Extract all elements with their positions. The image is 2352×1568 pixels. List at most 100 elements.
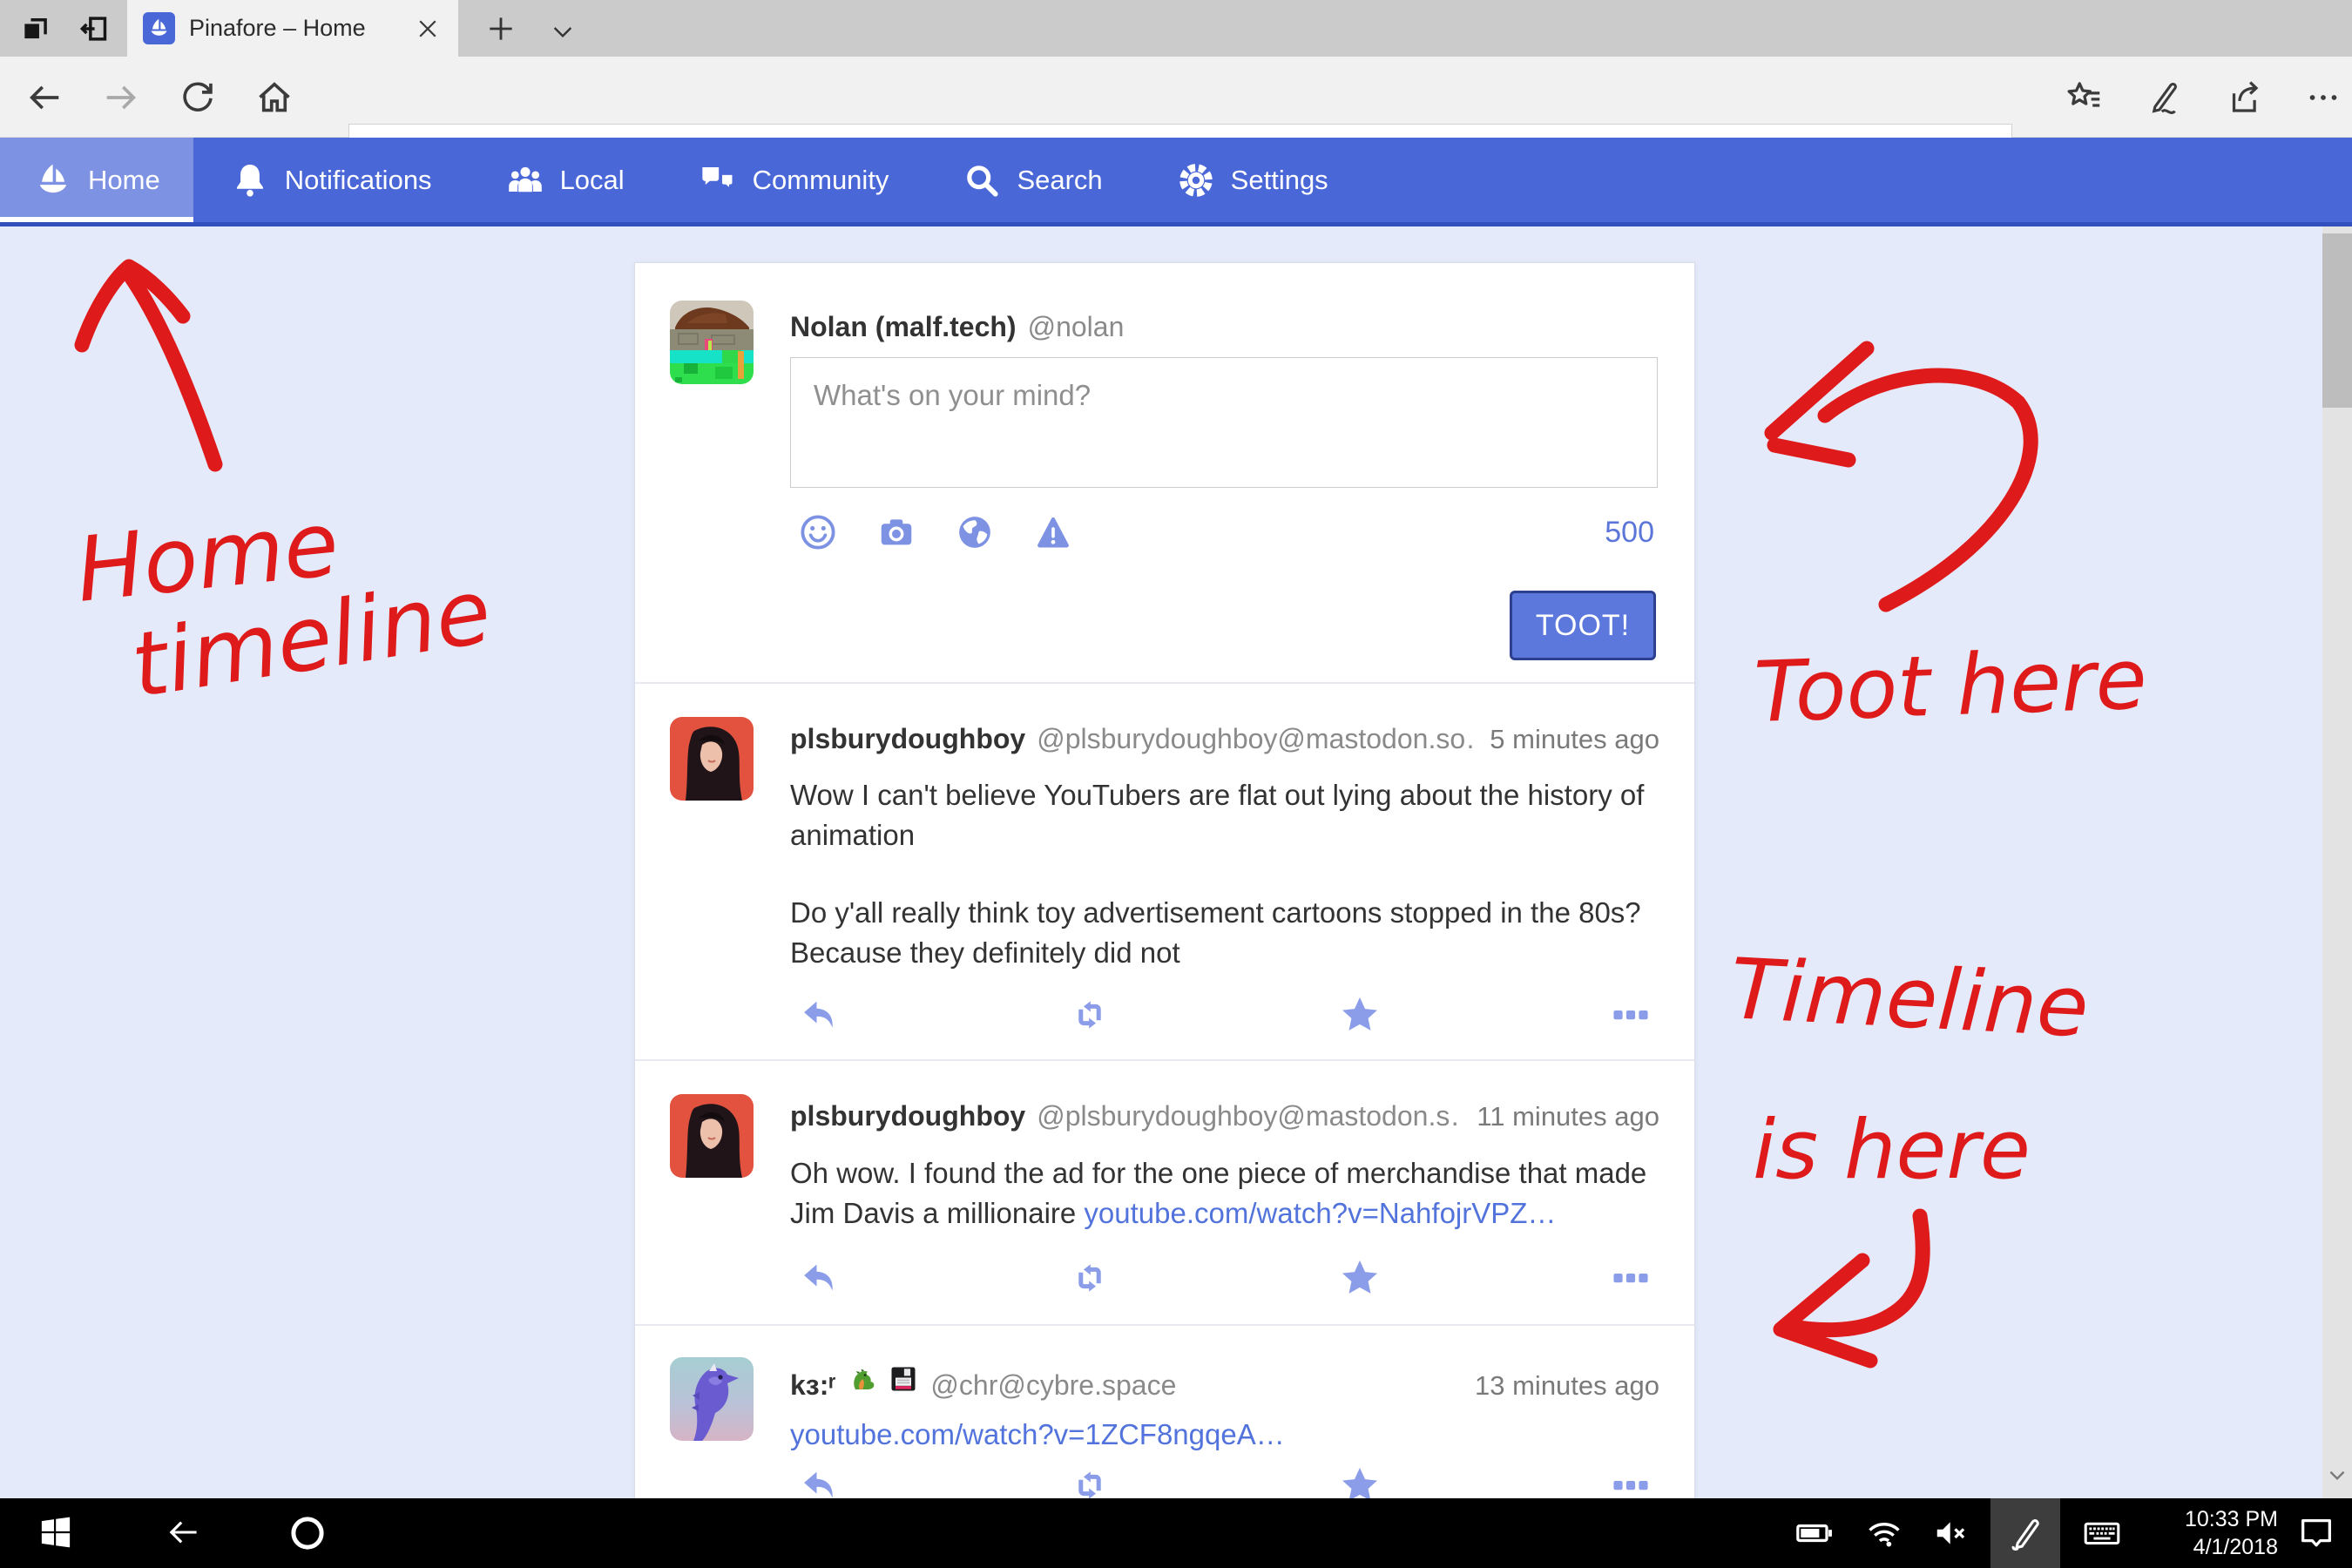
page-scrollbar[interactable] [2322, 226, 2352, 1498]
nav-item-notifications[interactable]: Notifications [193, 138, 469, 222]
globe-icon[interactable] [955, 512, 995, 552]
set-tabs-aside-icon[interactable] [77, 12, 110, 45]
dragon-emoji [848, 1363, 879, 1395]
compose-input[interactable] [790, 357, 1658, 488]
reply-icon[interactable] [797, 1463, 841, 1498]
compose-display-name: Nolan (malf.tech) [790, 311, 1017, 343]
nav-label-search: Search [1017, 165, 1102, 196]
battery-icon[interactable] [1794, 1513, 1835, 1553]
post-timestamp[interactable]: 5 minutes ago [1472, 724, 1659, 755]
char-counter: 500 [1605, 516, 1654, 550]
browser-tab-bar: Pinafore – Home [0, 0, 2352, 57]
post-display-name[interactable]: plsburydoughboy [790, 1100, 1025, 1132]
post-header: kз:ʳ @chr@cybre.space 13 minutes ago [790, 1363, 1659, 1402]
cortana-icon[interactable] [287, 1513, 328, 1553]
nav-label-home: Home [88, 165, 160, 196]
touch-keyboard-icon[interactable] [2082, 1513, 2122, 1553]
post-text: youtube.com/watch?v=1ZCF8ngqeA… [790, 1415, 1665, 1455]
nav-label-local: Local [560, 165, 625, 196]
avatar[interactable] [670, 301, 754, 384]
divider [635, 1324, 1694, 1326]
favorite-icon[interactable] [1338, 993, 1382, 1037]
post-display-name[interactable]: plsburydoughboy [790, 723, 1025, 755]
nav-item-local[interactable]: Local [469, 138, 661, 222]
favorites-hub-icon[interactable] [2065, 78, 2105, 118]
forward-icon[interactable] [101, 78, 141, 118]
action-center-icon[interactable] [2296, 1513, 2336, 1553]
post-header: plsburydoughboy @plsburydoughboy@mastodo… [790, 723, 1659, 755]
gear-icon [1176, 160, 1216, 200]
post-handle: @plsburydoughboy@mastodon.s… [1037, 1100, 1459, 1132]
close-tab-icon[interactable] [415, 16, 441, 42]
favorite-icon[interactable] [1338, 1463, 1382, 1498]
post-text: Do y'all really think toy advertisement … [790, 893, 1665, 973]
boost-icon[interactable] [1068, 1256, 1112, 1300]
post-text: Wow I can't believe YouTubers are flat o… [790, 775, 1665, 855]
content-warning-icon[interactable] [1033, 512, 1073, 552]
post-display-name[interactable]: kз:ʳ [790, 1369, 835, 1402]
post-handle: @plsburydoughboy@mastodon.so… [1037, 723, 1472, 755]
more-options-icon[interactable] [1609, 1463, 1652, 1498]
nav-item-settings[interactable]: Settings [1139, 138, 1365, 222]
windows-start-icon[interactable] [37, 1513, 77, 1553]
post-link[interactable]: youtube.com/watch?v=NahfojrVPZ… [1084, 1197, 1556, 1229]
compose-header: Nolan (malf.tech) @nolan [790, 311, 1659, 343]
post-text: Oh wow. I found the ad for the one piece… [790, 1153, 1665, 1233]
clock-time: 10:33 PM [2139, 1505, 2278, 1533]
scrollbar-thumb[interactable] [2322, 233, 2352, 408]
avatar[interactable] [670, 717, 754, 801]
more-options-icon[interactable] [1609, 993, 1652, 1037]
boost-icon[interactable] [1068, 993, 1112, 1037]
avatar[interactable] [670, 1094, 754, 1178]
sailboat-icon [33, 160, 73, 200]
share-icon[interactable] [2225, 78, 2265, 118]
taskbar-clock[interactable]: 10:33 PM 4/1/2018 [2139, 1505, 2278, 1561]
back-icon[interactable] [24, 78, 64, 118]
chat-bubbles-icon [698, 160, 738, 200]
bell-icon [230, 160, 270, 200]
avatar[interactable] [670, 1357, 754, 1441]
scroll-down-icon[interactable] [2326, 1463, 2349, 1486]
clock-date: 4/1/2018 [2139, 1533, 2278, 1561]
web-note-pen-icon[interactable] [2145, 78, 2185, 118]
boost-icon[interactable] [1068, 1463, 1112, 1498]
pinafore-nav: Home Notifications Local Community Searc… [0, 138, 2352, 226]
browser-tab[interactable]: Pinafore – Home [127, 0, 458, 57]
refresh-icon[interactable] [178, 78, 218, 118]
browser-toolbar: https://dev.pinafore.social/ [0, 57, 2352, 138]
emoji-icon[interactable] [798, 512, 838, 552]
new-tab-icon[interactable] [484, 12, 517, 45]
taskbar-back-icon[interactable] [164, 1513, 204, 1553]
favorite-icon[interactable] [1338, 1256, 1382, 1300]
floppy-disk-emoji [888, 1363, 919, 1395]
more-options-icon[interactable] [1609, 1256, 1652, 1300]
nav-label-community: Community [753, 165, 889, 196]
nav-item-community[interactable]: Community [661, 138, 926, 222]
page-background: Nolan (malf.tech) @nolan 500 TOOT! plsbu… [0, 226, 2352, 1498]
reply-icon[interactable] [797, 1256, 841, 1300]
divider [635, 682, 1694, 684]
tab-preview-icon[interactable] [19, 12, 52, 45]
tab-list-chevron-icon[interactable] [549, 17, 582, 51]
pen-button-highlight[interactable] [1990, 1498, 2060, 1568]
post-timestamp[interactable]: 13 minutes ago [1457, 1370, 1659, 1402]
more-icon[interactable] [2303, 78, 2343, 118]
nav-item-search[interactable]: Search [925, 138, 1139, 222]
nav-item-home[interactable]: Home [0, 138, 193, 222]
post-header: plsburydoughboy @plsburydoughboy@mastodo… [790, 1100, 1659, 1132]
pinafore-favicon [143, 12, 175, 44]
people-icon [505, 160, 545, 200]
tab-title: Pinafore – Home [189, 15, 397, 42]
wifi-icon[interactable] [1864, 1513, 1904, 1553]
post-handle: @chr@cybre.space [930, 1369, 1176, 1402]
post-actions [797, 1256, 1652, 1300]
reply-icon[interactable] [797, 993, 841, 1037]
home-icon[interactable] [254, 78, 294, 118]
post-timestamp[interactable]: 11 minutes ago [1459, 1101, 1659, 1132]
post-link[interactable]: youtube.com/watch?v=1ZCF8ngqeA… [790, 1418, 1285, 1450]
volume-muted-icon[interactable] [1932, 1513, 1972, 1553]
toot-button[interactable]: TOOT! [1510, 591, 1656, 660]
post-actions [797, 993, 1652, 1037]
camera-icon[interactable] [876, 512, 916, 552]
nav-label-settings: Settings [1231, 165, 1328, 196]
